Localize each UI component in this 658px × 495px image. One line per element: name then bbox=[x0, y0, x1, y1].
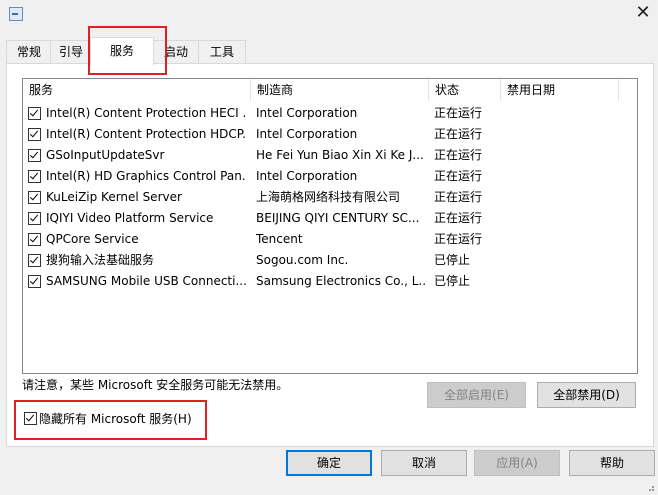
hide-microsoft-services[interactable]: 隐藏所有 Microsoft 服务(H) bbox=[24, 410, 192, 427]
help-button[interactable]: 帮助 bbox=[569, 450, 655, 476]
column-header-service[interactable]: 服务 bbox=[23, 79, 251, 101]
service-checkbox[interactable] bbox=[28, 170, 41, 183]
service-name: Intel(R) HD Graphics Control Pan... bbox=[46, 169, 246, 183]
service-checkbox[interactable] bbox=[28, 254, 41, 267]
table-row[interactable]: 搜狗输入法基础服务 Sogou.com Inc. 已停止 bbox=[23, 250, 637, 271]
table-row[interactable]: SAMSUNG Mobile USB Connecti... Samsung E… bbox=[23, 271, 637, 292]
table-row[interactable]: QPCore Service Tencent 正在运行 bbox=[23, 229, 637, 250]
service-manufacturer: Intel Corporation bbox=[256, 127, 358, 141]
service-name: KuLeiZip Kernel Server bbox=[46, 190, 182, 204]
service-checkbox[interactable] bbox=[28, 212, 41, 225]
service-manufacturer: Intel Corporation bbox=[256, 106, 358, 120]
service-status: 正在运行 bbox=[434, 169, 483, 183]
table-row[interactable]: Intel(R) Content Protection HECI ... Int… bbox=[23, 103, 637, 124]
service-checkbox[interactable] bbox=[28, 107, 41, 120]
service-manufacturer: BEIJING QIYI CENTURY SC... bbox=[256, 211, 420, 225]
hide-microsoft-label: 隐藏所有 Microsoft 服务(H) bbox=[39, 412, 192, 426]
tab-tools[interactable]: 工具 bbox=[198, 40, 246, 64]
table-row[interactable]: IQIYI Video Platform Service BEIJING QIY… bbox=[23, 208, 637, 229]
service-status: 已停止 bbox=[434, 253, 471, 267]
resize-grip-icon[interactable] bbox=[645, 482, 655, 492]
apply-button[interactable]: 应用(A) bbox=[474, 450, 560, 476]
service-name: GSoInputUpdateSvr bbox=[46, 148, 165, 162]
table-row[interactable]: KuLeiZip Kernel Server 上海萌格网络科技有限公司 正在运行 bbox=[23, 187, 637, 208]
service-status: 正在运行 bbox=[434, 106, 483, 120]
service-status: 正在运行 bbox=[434, 232, 483, 246]
app-icon bbox=[9, 7, 23, 21]
tab-services[interactable]: 服务 bbox=[90, 37, 154, 65]
disable-all-button[interactable]: 全部禁用(D) bbox=[537, 382, 636, 408]
service-manufacturer: Samsung Electronics Co., L... bbox=[256, 274, 426, 288]
hide-microsoft-checkbox[interactable] bbox=[24, 412, 37, 425]
service-name: 搜狗输入法基础服务 bbox=[46, 253, 155, 267]
service-status: 正在运行 bbox=[434, 211, 483, 225]
table-row[interactable]: GSoInputUpdateSvr He Fei Yun Biao Xin Xi… bbox=[23, 145, 637, 166]
service-manufacturer: 上海萌格网络科技有限公司 bbox=[256, 190, 401, 204]
column-header-disabled-date[interactable]: 禁用日期 bbox=[501, 79, 619, 101]
service-checkbox[interactable] bbox=[28, 149, 41, 162]
table-row[interactable]: Intel(R) Content Protection HDCP... Inte… bbox=[23, 124, 637, 145]
enable-all-button[interactable]: 全部启用(E) bbox=[427, 382, 526, 408]
service-status: 正在运行 bbox=[434, 190, 483, 204]
ok-button[interactable]: 确定 bbox=[286, 450, 372, 476]
cancel-button[interactable]: 取消 bbox=[381, 450, 467, 476]
column-header-manufacturer[interactable]: 制造商 bbox=[251, 79, 429, 101]
service-manufacturer: Tencent bbox=[256, 232, 303, 246]
service-name: Intel(R) Content Protection HECI ... bbox=[46, 106, 246, 120]
service-status: 正在运行 bbox=[434, 127, 483, 141]
services-list[interactable]: 服务 制造商 状态 禁用日期 Intel(R) Content Protecti… bbox=[22, 78, 638, 374]
service-manufacturer: Sogou.com Inc. bbox=[256, 253, 349, 267]
column-header-status[interactable]: 状态 bbox=[429, 79, 501, 101]
tab-startup[interactable]: 启动 bbox=[152, 40, 200, 64]
service-name: SAMSUNG Mobile USB Connecti... bbox=[46, 274, 246, 288]
service-name: QPCore Service bbox=[46, 232, 139, 246]
service-checkbox[interactable] bbox=[28, 233, 41, 246]
table-row[interactable]: Intel(R) HD Graphics Control Pan... Inte… bbox=[23, 166, 637, 187]
service-checkbox[interactable] bbox=[28, 275, 41, 288]
service-name: Intel(R) Content Protection HDCP... bbox=[46, 127, 246, 141]
tab-general[interactable]: 常规 bbox=[6, 40, 52, 64]
close-button[interactable]: ✕ bbox=[630, 2, 656, 24]
service-manufacturer: He Fei Yun Biao Xin Xi Ke J... bbox=[256, 148, 424, 162]
service-status: 正在运行 bbox=[434, 148, 483, 162]
service-checkbox[interactable] bbox=[28, 191, 41, 204]
service-name: IQIYI Video Platform Service bbox=[46, 211, 214, 225]
service-checkbox[interactable] bbox=[28, 128, 41, 141]
service-manufacturer: Intel Corporation bbox=[256, 169, 358, 183]
security-note: 请注意，某些 Microsoft 安全服务可能无法禁用。 bbox=[22, 378, 289, 392]
tab-boot[interactable]: 引导 bbox=[50, 40, 92, 64]
service-status: 已停止 bbox=[434, 274, 471, 288]
